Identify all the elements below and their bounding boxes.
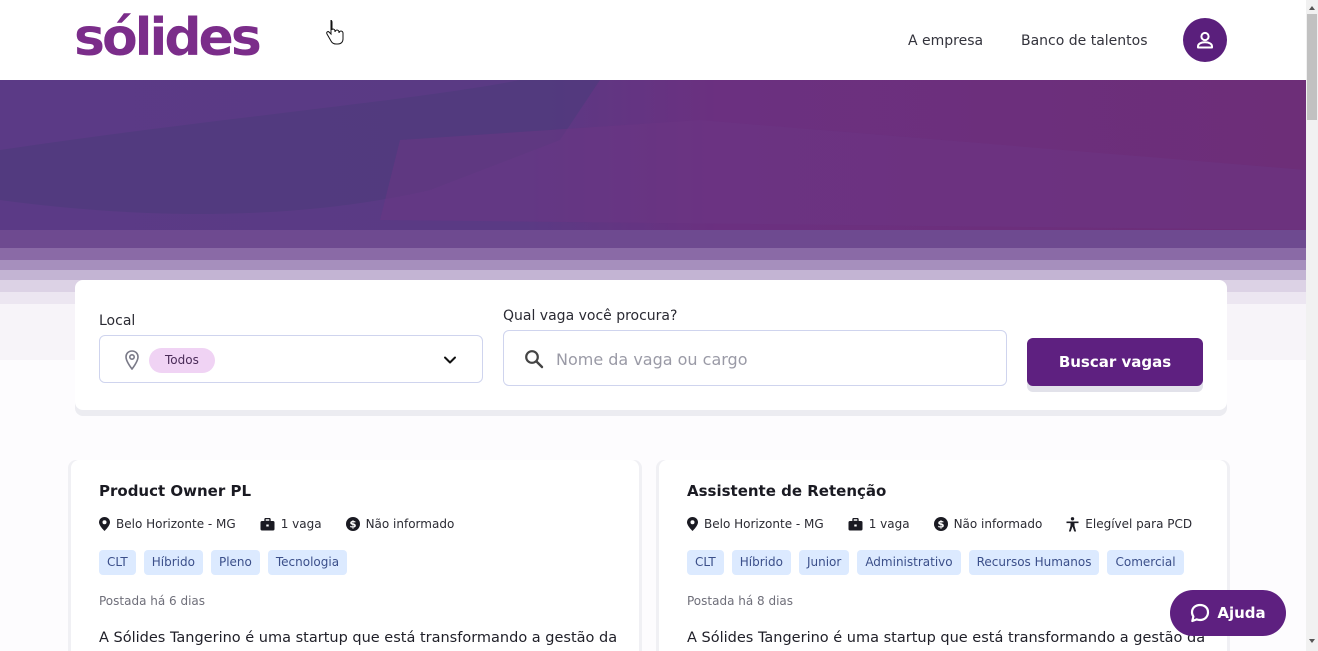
local-select[interactable]: Todos [99, 335, 483, 383]
job-salary: $ Não informado [933, 516, 1043, 532]
user-account-button[interactable] [1183, 18, 1227, 62]
location-pin-icon [99, 517, 110, 531]
scrollbar-thumb[interactable] [1307, 14, 1317, 120]
buscar-vagas-button[interactable]: Buscar vagas [1027, 338, 1203, 386]
hand-cursor-icon [326, 20, 344, 45]
nav-a-empresa[interactable]: A empresa [908, 32, 983, 50]
location-pin-icon [125, 350, 139, 370]
dollar-circle-icon: $ [933, 517, 948, 531]
job-meta: Belo Horizonte - MG 1 vaga $ Não informa… [99, 516, 478, 532]
vaga-search-input[interactable] [556, 345, 986, 373]
location-pin-icon [687, 517, 698, 531]
job-tags: CLT Híbrido Pleno Tecnologia [99, 550, 355, 575]
job-tag: Recursos Humanos [968, 550, 1100, 575]
job-location-text: Belo Horizonte - MG [116, 517, 236, 531]
job-tag: Junior [798, 550, 850, 575]
job-tag: CLT [99, 550, 136, 575]
job-openings-text: 1 vaga [280, 517, 322, 531]
svg-text:$: $ [349, 520, 356, 531]
job-search-card: Local Todos Qual vaga você procura? Busc… [75, 280, 1227, 410]
chat-bubble-icon [1191, 603, 1210, 623]
local-label: Local [99, 313, 136, 329]
vaga-label: Qual vaga você procura? [503, 308, 678, 324]
job-location: Belo Horizonte - MG [687, 516, 824, 532]
briefcase-icon [848, 517, 863, 530]
scroll-up-arrow-icon[interactable] [1308, 4, 1316, 12]
dollar-circle-icon: $ [345, 517, 360, 531]
job-tag: Tecnologia [267, 550, 348, 575]
job-openings: 1 vaga [848, 516, 910, 532]
ajuda-label: Ajuda [1217, 604, 1266, 622]
local-chip-todos[interactable]: Todos [149, 348, 215, 373]
job-pcd: Elegível para PCD [1066, 516, 1192, 532]
job-tag: Administrativo [857, 550, 961, 575]
solides-logo[interactable]: sólides [74, 8, 262, 68]
job-openings: 1 vaga [260, 516, 322, 532]
briefcase-icon [260, 517, 275, 530]
job-title[interactable]: Product Owner PL [99, 481, 251, 501]
accessibility-icon [1066, 516, 1079, 531]
job-card[interactable]: Product Owner PL Belo Horizonte - MG 1 v… [71, 460, 639, 651]
job-meta: Belo Horizonte - MG 1 vaga $ Não informa… [687, 516, 1192, 532]
job-openings-text: 1 vaga [868, 517, 910, 531]
job-tag: CLT [687, 550, 724, 575]
site-header: sólides A empresa Banco de talentos [0, 0, 1306, 80]
job-description: A Sólides Tangerino é uma startup que es… [687, 630, 1206, 646]
job-title[interactable]: Assistente de Retenção [687, 481, 886, 501]
job-posted-date: Postada há 6 dias [99, 594, 206, 608]
chevron-down-icon [444, 356, 456, 364]
job-salary: $ Não informado [345, 516, 455, 532]
nav-banco-de-talentos[interactable]: Banco de talentos [1021, 32, 1148, 50]
job-pcd-text: Elegível para PCD [1085, 517, 1193, 531]
user-icon [1197, 31, 1213, 49]
scroll-down-arrow-icon[interactable] [1308, 637, 1316, 645]
job-salary-text: Não informado [365, 517, 455, 531]
svg-text:$: $ [937, 520, 944, 531]
job-location-text: Belo Horizonte - MG [704, 517, 824, 531]
job-tag: Híbrido [731, 550, 791, 575]
page-scrollbar[interactable] [1306, 0, 1318, 651]
job-location: Belo Horizonte - MG [99, 516, 236, 532]
search-icon [525, 350, 544, 369]
job-description: A Sólides Tangerino é uma startup que es… [99, 630, 618, 646]
job-salary-text: Não informado [953, 517, 1043, 531]
job-tag: Comercial [1107, 550, 1184, 575]
job-card[interactable]: Assistente de Retenção Belo Horizonte - … [659, 460, 1227, 651]
job-tags: CLT Híbrido Junior Administrativo Recurs… [687, 550, 1192, 575]
job-tag: Pleno [210, 550, 260, 575]
job-posted-date: Postada há 8 dias [687, 594, 794, 608]
job-tag: Híbrido [143, 550, 203, 575]
ajuda-help-button[interactable]: Ajuda [1170, 590, 1286, 636]
vaga-search-field [503, 330, 1007, 386]
